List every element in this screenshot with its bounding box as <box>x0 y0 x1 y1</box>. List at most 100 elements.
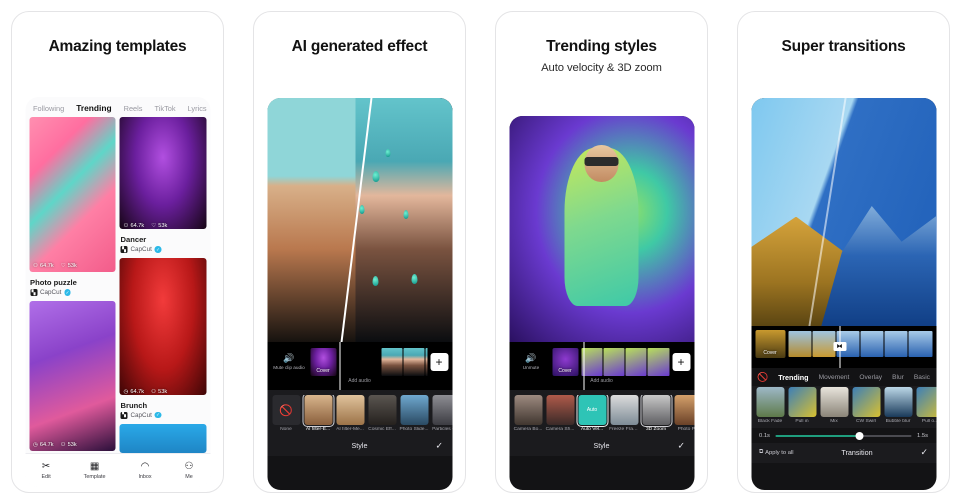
person-icon: ⚇ <box>184 460 194 472</box>
tab-trending[interactable]: Trending <box>76 103 111 113</box>
preview-ai-half <box>355 98 452 342</box>
style-label: Freeze Fran... <box>609 427 639 432</box>
effect-thumbnail <box>400 395 428 425</box>
style-item-freeze-frame[interactable]: Freeze Fran... <box>609 395 639 432</box>
add-clip-button[interactable]: + <box>672 353 690 371</box>
style-item-camera-bounce[interactable]: Camera Bo... <box>514 395 542 432</box>
transition-thumbnail <box>788 387 816 417</box>
style-item-3d-zoom[interactable]: 3D Zoom <box>640 395 672 432</box>
transitions-list: Black Fade Pull in Mix CW Swirl Bubble b… <box>751 387 936 424</box>
transition-item-mix[interactable]: Mix <box>820 387 848 424</box>
duration-slider[interactable] <box>775 432 912 440</box>
timeline-frames[interactable] <box>339 348 427 376</box>
transition-label: Bubble blur <box>885 419 911 424</box>
transition-item-cw-swirl[interactable]: CW Swirl <box>852 387 880 424</box>
check-icon[interactable]: ✓ <box>435 441 443 451</box>
transition-item-black-fade[interactable]: Black Fade <box>756 387 784 424</box>
effect-thumbnail <box>368 395 396 425</box>
no-entry-icon[interactable]: 🚫 <box>757 372 768 383</box>
effect-label: Cosmic Eff... <box>368 427 396 432</box>
template-card-photo-puzzle[interactable]: ⚇ 64.7k ♡ 53k <box>29 117 116 272</box>
timeline-cover-button[interactable]: Cover <box>310 348 336 376</box>
nav-item-template[interactable]: ▦ Template <box>84 460 106 480</box>
style-item-camera-shake[interactable]: Camera Sh... <box>546 395 574 432</box>
template-card-dancer[interactable]: ⚇ 64.7k ♡ 53k <box>119 117 206 230</box>
style-thumbnail <box>640 395 672 427</box>
tab-tiktok[interactable]: TikTok <box>155 104 176 113</box>
template-icon: ▦ <box>89 460 100 472</box>
transition-label: Mix <box>830 419 838 424</box>
style-item-auto-velocity[interactable]: Auto Auto Vel... <box>576 395 608 432</box>
check-icon[interactable]: ✓ <box>920 448 928 457</box>
category-movement[interactable]: Movement <box>819 374 850 381</box>
style-item-photo-pan[interactable]: Photo P... <box>674 395 694 432</box>
add-audio-button[interactable]: Add audio <box>509 378 694 384</box>
effect-item-ai-filter-me[interactable]: AI filter-Me... <box>336 395 364 432</box>
nav-item-edit[interactable]: ✂ Edit <box>41 461 50 480</box>
template-name: Brunch <box>120 400 148 410</box>
nav-item-me[interactable]: ⚇ Me <box>184 460 194 480</box>
add-clip-button[interactable]: + <box>430 353 448 371</box>
timeline-frame <box>603 348 625 376</box>
effect-item-none[interactable]: 🚫 None <box>272 395 300 432</box>
style-thumbnail <box>514 395 542 425</box>
author-name: CapCut <box>130 411 152 419</box>
template-thumbnail <box>119 423 206 453</box>
author-name: CapCut <box>40 289 62 296</box>
page-title: Amazing templates <box>48 38 187 55</box>
editor-screen: 🔊 Mute clip audio Cover + Add audio 🚫 No… <box>267 98 452 490</box>
person-icon: ⚇ <box>33 263 39 269</box>
effect-item-particles[interactable]: Particles G... <box>432 395 452 432</box>
video-timeline[interactable]: 🔊 Unmute Cover + Add audio <box>509 342 694 390</box>
playhead[interactable] <box>583 342 585 390</box>
template-card-brunch[interactable]: ◷ 64.7k ⚇ 53k <box>119 258 206 395</box>
transition-thumbnail <box>820 387 848 417</box>
playhead[interactable] <box>339 342 341 390</box>
timeline-frames[interactable] <box>788 331 932 357</box>
category-overlay[interactable]: Overlay <box>859 374 882 381</box>
transition-item-bubble-blur[interactable]: Bubble blur <box>884 387 912 424</box>
unmute-button[interactable]: 🔊 Unmute <box>513 354 549 370</box>
apply-to-all-button[interactable]: ⧉ Apply to all <box>759 449 794 456</box>
template-grid-column-right: ⚇ 64.7k ♡ 53k Dancer ▚ CapCut ✓ ◷ 64.7k … <box>119 117 206 453</box>
tab-following[interactable]: Following <box>33 104 64 113</box>
page-subtitle: Auto velocity & 3D zoom <box>541 61 662 74</box>
video-timeline[interactable]: Cover ⧓ <box>751 326 936 368</box>
uses-count: ⚇ 64.7k <box>33 263 54 269</box>
tab-lyrics[interactable]: Lyrics <box>188 104 207 113</box>
check-icon[interactable]: ✓ <box>677 441 685 451</box>
effect-item-cosmic[interactable]: Cosmic Eff... <box>368 395 396 432</box>
template-card-next[interactable] <box>119 423 206 453</box>
nav-item-inbox[interactable]: ◠ Inbox <box>138 461 151 480</box>
transition-item-pull-in[interactable]: Pull in <box>788 387 816 424</box>
video-timeline[interactable]: 🔊 Mute clip audio Cover + Add audio <box>267 342 452 390</box>
slider-min-label: 0.1s <box>759 433 770 439</box>
video-preview[interactable] <box>267 98 452 342</box>
video-preview[interactable] <box>509 116 694 342</box>
transition-item-pull-out[interactable]: Pull o... <box>916 387 936 424</box>
template-stats: ⚇ 64.7k ♡ 53k <box>33 263 77 269</box>
timeline-cover-button[interactable]: Cover <box>755 330 785 358</box>
tab-reels[interactable]: Reels <box>124 104 143 113</box>
effect-label: Particles G... <box>432 427 452 432</box>
timeline-cover-button[interactable]: Cover <box>552 348 578 376</box>
category-trending[interactable]: Trending <box>778 373 808 382</box>
verified-badge-icon: ✓ <box>64 289 71 296</box>
timeline-frames[interactable] <box>581 348 669 376</box>
transition-marker-icon[interactable]: ⧓ <box>833 342 846 351</box>
heart-icon: ♡ <box>60 263 66 269</box>
apply-to-all-label: Apply to all <box>765 449 794 456</box>
preview-original-half <box>267 98 356 342</box>
add-audio-button[interactable]: Add audio <box>267 378 452 384</box>
transition-category-tabs: 🚫 Trending Movement Overlay Blur Basic <box>751 368 936 386</box>
category-basic[interactable]: Basic <box>914 374 930 381</box>
video-preview[interactable] <box>751 98 936 326</box>
transitions-strip: Black Fade Pull in Mix CW Swirl Bubble b… <box>751 386 936 428</box>
effect-item-ai-filter-e[interactable]: AI filter-E... <box>302 395 334 432</box>
template-card-purple[interactable]: ◷ 64.7k ⚇ 53k <box>29 301 116 451</box>
effect-item-photo-slide[interactable]: Photo Slide... <box>399 395 429 432</box>
mute-clip-audio-button[interactable]: 🔊 Mute clip audio <box>271 354 307 370</box>
template-thumbnail: ◷ 64.7k ⚇ 53k <box>119 258 206 395</box>
slider-knob[interactable] <box>855 432 864 440</box>
category-blur[interactable]: Blur <box>892 374 904 381</box>
